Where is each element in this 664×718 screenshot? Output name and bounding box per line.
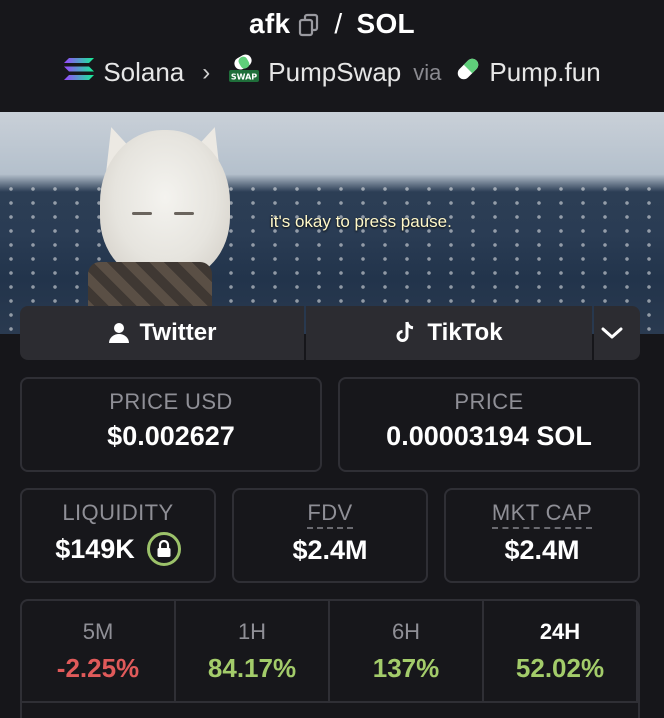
twitter-button[interactable]: Twitter <box>20 306 304 360</box>
price-native-value: 0.00003194 SOL <box>386 421 592 451</box>
liquidity-card: LIQUIDITY $149K <box>20 488 216 583</box>
launchpad-name: Pump.fun <box>489 57 601 87</box>
mktcap-value: $2.4M <box>504 535 580 565</box>
tab-1h-change: 84.17% <box>207 653 297 683</box>
chevron-down-icon <box>601 327 623 339</box>
lock-icon[interactable] <box>146 532 181 566</box>
tab-6h-label: 6H <box>391 619 421 644</box>
fdv-label[interactable]: FDV <box>307 500 353 529</box>
copy-icon[interactable] <box>298 12 320 37</box>
tab-5m-change: -2.25% <box>56 653 140 683</box>
dex-name: PumpSwap <box>268 57 402 87</box>
solana-icon <box>63 56 95 89</box>
mktcap-label[interactable]: MKT CAP <box>491 500 593 529</box>
launchpad-link[interactable]: Pump.fun <box>455 56 601 89</box>
price-native-label: PRICE <box>454 389 524 414</box>
chain-link[interactable]: Solana <box>63 56 184 89</box>
tab-6h-change: 137% <box>372 653 440 683</box>
price-usd-card: PRICE USD $0.002627 <box>20 377 322 472</box>
pill-icon <box>455 56 481 89</box>
cat-eyes <box>132 212 198 218</box>
price-usd-label: PRICE USD <box>109 389 233 414</box>
tab-5m-label: 5M <box>82 619 114 644</box>
pair-header: afk / SOL Solana › SWAP PumpSwap via Pum… <box>0 0 664 112</box>
cat-head <box>100 130 230 280</box>
liquidity-label: LIQUIDITY <box>62 500 174 525</box>
fdv-card: FDV $2.4M <box>232 488 428 583</box>
chevron-right-icon: › <box>202 58 211 86</box>
liquidity-value: $149K <box>55 533 135 564</box>
price-change-tabs: 5M -2.25% 1H 84.17% 6H 137% 24H 52.02% <box>20 599 640 718</box>
tab-1h-label: 1H <box>237 619 267 644</box>
via-label: via <box>413 59 442 85</box>
tab-5m[interactable]: 5M -2.25% <box>22 601 176 701</box>
tab-24h-label: 24H <box>539 619 581 644</box>
pair-title: afk / SOL <box>0 8 664 40</box>
token-banner-image: it's okay to press pause. <box>0 112 664 334</box>
pair-route: Solana › SWAP PumpSwap via Pump.fun <box>0 54 664 91</box>
tabs-divider <box>22 701 638 703</box>
tab-1h[interactable]: 1H 84.17% <box>176 601 330 701</box>
quote-symbol: SOL <box>356 8 415 39</box>
pumpswap-icon: SWAP <box>228 54 260 91</box>
fdv-value: $2.4M <box>292 535 368 565</box>
price-usd-value: $0.002627 <box>107 421 235 451</box>
liquidity-value-row: $149K <box>55 532 181 566</box>
banner-caption: it's okay to press pause. <box>270 212 452 231</box>
chain-name: Solana <box>103 57 185 87</box>
more-links-button[interactable] <box>594 306 640 360</box>
price-native-card: PRICE 0.00003194 SOL <box>338 377 640 472</box>
tiktok-icon <box>396 321 414 342</box>
mktcap-card: MKT CAP $2.4M <box>444 488 640 583</box>
tab-24h[interactable]: 24H 52.02% <box>484 601 638 701</box>
pair-separator: / <box>334 8 343 39</box>
token-symbol: afk <box>249 8 291 39</box>
pumpswap-icon-text: SWAP <box>231 73 257 82</box>
tab-24h-change: 52.02% <box>515 653 605 683</box>
twitter-label: Twitter <box>139 319 217 346</box>
tiktok-label: TikTok <box>427 319 503 346</box>
tab-6h[interactable]: 6H 137% <box>330 601 484 701</box>
user-icon <box>108 323 129 343</box>
dex-link[interactable]: SWAP PumpSwap <box>228 54 401 91</box>
social-links: Twitter TikTok <box>20 306 640 360</box>
tiktok-button[interactable]: TikTok <box>306 306 592 360</box>
